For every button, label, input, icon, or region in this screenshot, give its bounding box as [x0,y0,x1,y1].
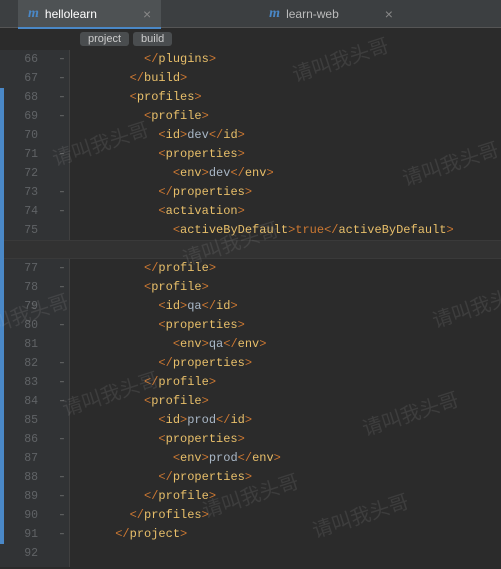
editor-tabs: m hellolearn × m learn-web × [0,0,501,28]
code-line[interactable]: <profile> [72,392,454,411]
line-number: 78 [0,278,38,297]
line-number: 92 [0,544,38,563]
breadcrumb-item[interactable]: project [80,32,129,46]
fold-start-icon[interactable]: – [57,396,67,406]
fold-end-icon[interactable]: – [57,358,67,368]
line-number: 87 [0,449,38,468]
line-number: 88 [0,468,38,487]
line-number: 74 [0,202,38,221]
tab-hellolearn[interactable]: m hellolearn × [18,0,161,28]
code-line[interactable]: </profiles> [72,506,454,525]
line-number: 68 [0,88,38,107]
line-number: 75 [0,221,38,240]
code-line[interactable]: <id>dev</id> [72,126,454,145]
fold-start-icon[interactable]: – [57,320,67,330]
line-number: 73 [0,183,38,202]
fold-end-icon[interactable]: – [57,472,67,482]
line-number: 79 [0,297,38,316]
maven-icon: m [28,6,39,22]
line-number: 82 [0,354,38,373]
fold-end-icon[interactable]: – [57,491,67,501]
code-line[interactable]: </plugins> [72,50,454,69]
line-number: 80 [0,316,38,335]
code-line[interactable]: <env>dev</env> [72,164,454,183]
fold-start-icon[interactable]: – [57,434,67,444]
close-icon[interactable]: × [385,7,393,21]
fold-start-icon[interactable]: – [57,92,67,102]
fold-end-icon[interactable]: – [57,529,67,539]
code-line[interactable]: <activation> [72,202,454,221]
code-area[interactable]: </plugins> </build> <profiles> <profile>… [56,50,454,567]
line-number: 69 [0,107,38,126]
fold-start-icon[interactable]: – [57,149,67,159]
code-line[interactable]: <env>prod</env> [72,449,454,468]
code-editor[interactable]: 6667686970717273747576777879808182838485… [0,50,501,567]
code-line[interactable]: </properties> [72,354,454,373]
line-number: 66 [0,50,38,69]
line-number: 72 [0,164,38,183]
code-line[interactable] [72,544,454,563]
code-line[interactable]: </build> [72,69,454,88]
fold-start-icon[interactable]: – [57,206,67,216]
code-line[interactable]: <id>qa</id> [72,297,454,316]
tab-label: learn-web [286,7,339,21]
code-line[interactable]: </profile> [72,373,454,392]
fold-end-icon[interactable]: – [57,54,67,64]
breadcrumb: project build [0,28,501,50]
code-line[interactable]: <env>qa</env> [72,335,454,354]
fold-end-icon[interactable]: – [57,510,67,520]
fold-end-icon[interactable]: – [57,263,67,273]
code-line[interactable]: <profiles> [72,88,454,107]
code-line[interactable]: <profile> [72,278,454,297]
fold-start-icon[interactable]: – [57,111,67,121]
fold-start-icon[interactable]: – [57,282,67,292]
line-number: 89 [0,487,38,506]
fold-column[interactable]: ––––––––––––––––––– [56,50,70,567]
code-line[interactable]: </profile> [72,487,454,506]
code-line[interactable]: <id>prod</id> [72,411,454,430]
code-line[interactable]: <properties> [72,145,454,164]
fold-end-icon[interactable]: – [57,377,67,387]
line-number: 83 [0,373,38,392]
code-line[interactable]: </project> [72,525,454,544]
code-line[interactable]: </profile> [72,259,454,278]
line-number: 70 [0,126,38,145]
code-line[interactable]: <activeByDefault>true</activeByDefault> [72,221,454,240]
maven-icon: m [269,6,280,22]
close-icon[interactable]: × [143,7,151,21]
current-line-highlight [0,240,501,259]
line-number: 85 [0,411,38,430]
code-line[interactable]: <properties> [72,316,454,335]
line-number: 77 [0,259,38,278]
fold-end-icon[interactable]: – [57,73,67,83]
code-line[interactable]: <profile> [72,107,454,126]
line-number: 71 [0,145,38,164]
line-number: 84 [0,392,38,411]
code-line[interactable]: <properties> [72,430,454,449]
line-number: 91 [0,525,38,544]
fold-end-icon[interactable]: – [57,187,67,197]
code-line[interactable]: </properties> [72,468,454,487]
breadcrumb-item[interactable]: build [133,32,172,46]
tab-label: hellolearn [45,7,97,21]
line-number: 67 [0,69,38,88]
line-gutter: 6667686970717273747576777879808182838485… [0,50,56,567]
line-number: 81 [0,335,38,354]
tab-learn-web[interactable]: m learn-web × [161,0,501,28]
vcs-change-marker [0,88,4,544]
line-number: 90 [0,506,38,525]
code-line[interactable]: </properties> [72,183,454,202]
line-number: 86 [0,430,38,449]
